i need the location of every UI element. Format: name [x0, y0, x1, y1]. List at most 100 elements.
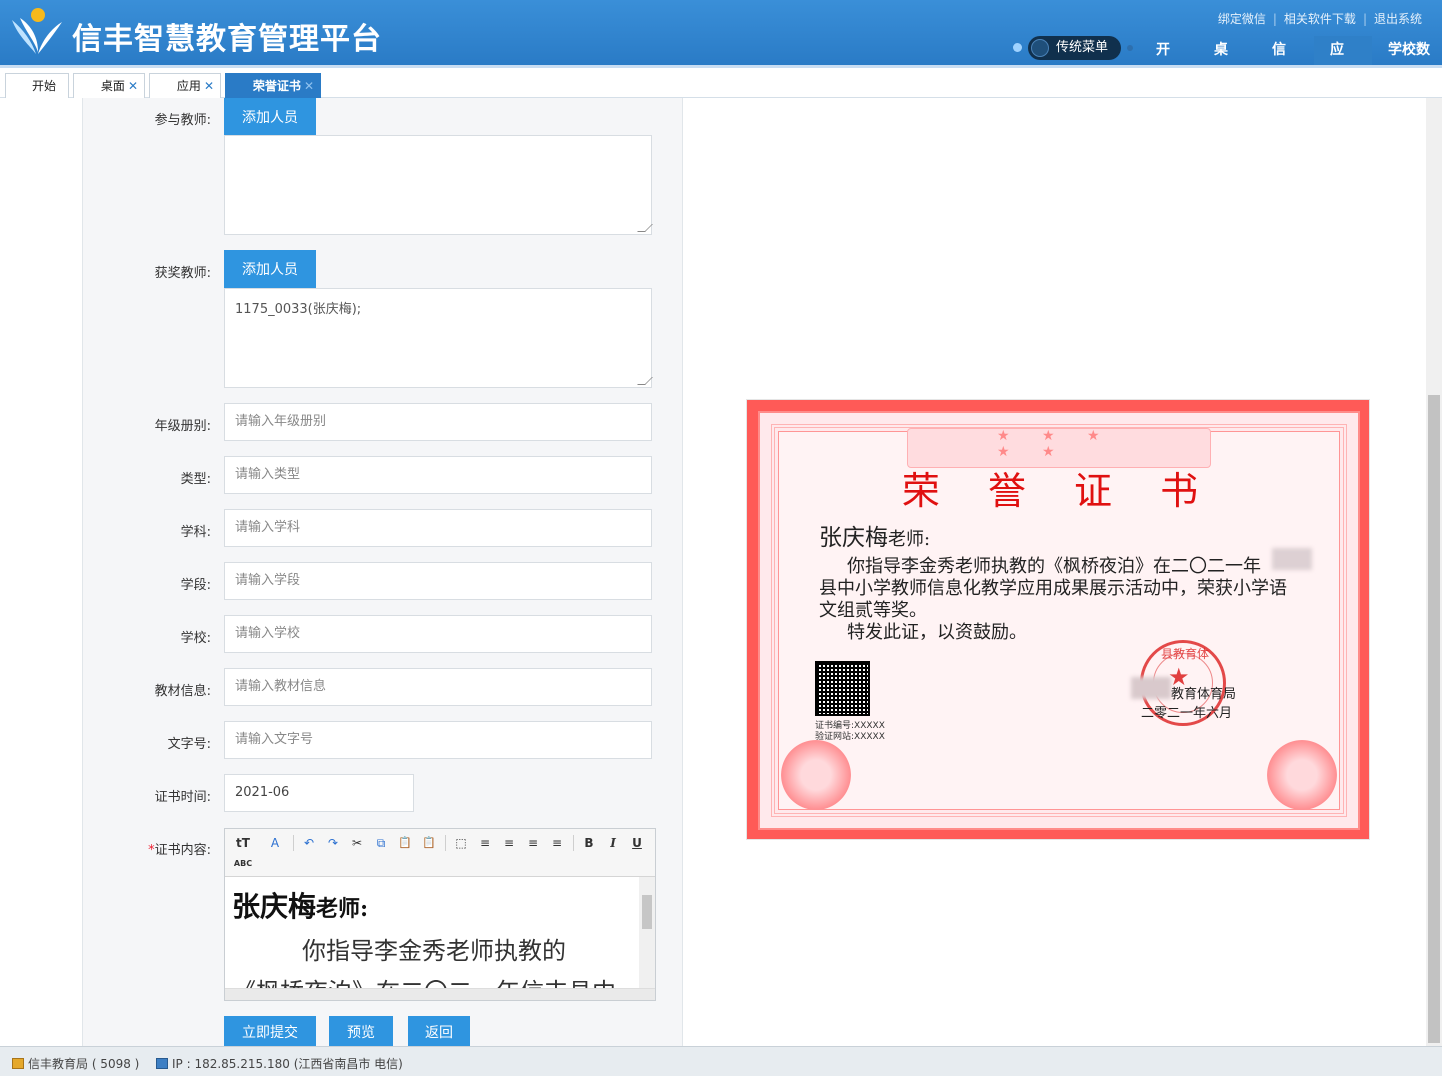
copy-icon[interactable]: ⧉	[371, 834, 391, 852]
separator	[293, 835, 294, 851]
nav-desktop[interactable]: 桌面	[1198, 36, 1256, 86]
subject-label: 学科:	[180, 525, 211, 540]
app-header: 信丰智慧教育管理平台 绑定微信|相关软件下载|退出系统 传统菜单 开始 桌面 信…	[0, 0, 1442, 86]
textbook-input[interactable]: 请输入教材信息	[224, 668, 652, 706]
certificate-preview: ★ ★ ★ ★ ★ 荣 誉 证 书 张庆梅老师: 你指导李金秀老师执教的《枫桥夜…	[746, 399, 1370, 840]
nav-start[interactable]: 开始	[1140, 36, 1198, 86]
tab-apps[interactable]: 应用 ✕	[149, 73, 221, 99]
rich-text-editor[interactable]: tT A ↶ ↷ ✂ ⧉ 📋 📋 ⬚ ≡ ≡ ≡ ≡ B I U ABC 张庆梅…	[224, 828, 656, 1001]
mode-indicator-dot-small	[1127, 45, 1133, 51]
redacted-region	[1131, 677, 1171, 699]
editor-recipient: 张庆梅老师:	[232, 890, 369, 923]
tab-desktop[interactable]: 桌面 ✕	[73, 73, 145, 99]
cert-time-input[interactable]: 2021-06	[224, 774, 414, 812]
star-row: ★ ★ ★ ★ ★	[997, 428, 1114, 460]
page-scrollbar[interactable]	[1426, 98, 1442, 1046]
submit-button[interactable]: 立即提交	[224, 1016, 316, 1050]
tab-label: 桌面	[100, 79, 125, 93]
tab-honor-certificate[interactable]: 荣誉证书 ✕	[225, 73, 321, 99]
winners-label: 获奖教师:	[154, 266, 211, 281]
classic-menu-toggle[interactable]: 传统菜单	[1028, 36, 1121, 60]
editor-content[interactable]: 张庆梅老师: 你指导李金秀老师执教的 《枫桥夜泊》在二〇二一年信丰县中	[225, 877, 639, 989]
separator	[445, 835, 446, 851]
nav-apps[interactable]: 应用	[1314, 36, 1372, 86]
nav-school-data[interactable]: 学校数据	[1372, 36, 1442, 86]
subject-input[interactable]: 请输入学科	[224, 509, 652, 547]
folder-icon	[12, 1058, 24, 1069]
strikethrough-icon[interactable]: ABC	[233, 855, 253, 873]
school-input[interactable]: 请输入学校	[224, 615, 652, 653]
seal-text: 县教育体	[1160, 647, 1209, 661]
tab-bar: 开始 桌面 ✕ 应用 ✕ 荣誉证书 ✕	[0, 65, 1442, 99]
cert-time-label: 证书时间:	[154, 790, 211, 805]
participants-label: 参与教师:	[154, 113, 211, 128]
certificate-issuer: 教育体育局	[1171, 687, 1237, 702]
document-no-input[interactable]: 请输入文字号	[224, 721, 652, 759]
add-participant-button[interactable]: 添加人员	[224, 98, 316, 135]
textbook-label: 教材信息:	[154, 684, 211, 699]
logo-icon	[12, 8, 62, 54]
corner-ornament	[781, 740, 851, 810]
content-label: *证书内容:	[148, 843, 211, 858]
document-no-label: 文字号:	[167, 737, 211, 752]
separator	[573, 835, 574, 851]
certificate-line: 县中小学教师信息化教学应用成果展示活动中，荣获小学语	[819, 578, 1287, 599]
left-margin	[0, 98, 83, 1046]
resize-grip-icon[interactable]	[637, 224, 653, 232]
tab-start[interactable]: 开始	[5, 73, 69, 99]
align-center-icon[interactable]: ≡	[499, 834, 519, 852]
stage-input[interactable]: 请输入学段	[224, 562, 652, 600]
status-ip: IP : 182.85.215.180 (江西省南昌市 电信)	[156, 1055, 403, 1072]
certificate-recipient: 张庆梅老师:	[819, 525, 931, 551]
scroll-thumb[interactable]	[642, 895, 652, 929]
back-button[interactable]: 返回	[408, 1016, 470, 1050]
nav-info[interactable]: 信息	[1256, 36, 1314, 86]
close-icon[interactable]: ✕	[204, 79, 214, 93]
bind-wechat-link[interactable]: 绑定微信	[1218, 12, 1266, 26]
align-right-icon[interactable]: ≡	[523, 834, 543, 852]
paste-icon[interactable]: 📋	[395, 834, 415, 852]
italic-icon[interactable]: I	[603, 834, 623, 852]
software-download-link[interactable]: 相关软件下载	[1284, 12, 1356, 26]
add-winner-button[interactable]: 添加人员	[224, 250, 316, 288]
font-color-icon[interactable]: A	[265, 834, 285, 852]
font-size-icon[interactable]: tT	[233, 834, 253, 852]
cut-icon[interactable]: ✂	[347, 834, 367, 852]
top-links: 绑定微信 | 相关软件下载 | 退出系统	[1217, 12, 1422, 26]
logout-link[interactable]: 退出系统	[1374, 12, 1422, 26]
type-label: 类型:	[180, 472, 211, 487]
certificate-body: 张庆梅老师: 你指导李金秀老师执教的《枫桥夜泊》在二〇二一年 县中小学教师信息化…	[819, 518, 1319, 644]
qr-code-icon	[815, 661, 870, 716]
app-title: 信丰智慧教育管理平台	[72, 22, 382, 57]
school-label: 学校:	[180, 631, 211, 646]
toggle-label: 传统菜单	[1056, 40, 1109, 55]
grade-volume-input[interactable]: 请输入年级册别	[224, 403, 652, 441]
close-icon[interactable]: ✕	[304, 79, 314, 93]
certificate-line: 文组贰等奖。	[819, 600, 927, 621]
scroll-thumb[interactable]	[1428, 395, 1440, 1043]
participants-textarea[interactable]	[224, 135, 653, 235]
resize-grip-icon[interactable]	[637, 377, 653, 385]
undo-icon[interactable]: ↶	[299, 834, 319, 852]
paste-text-icon[interactable]: 📋	[419, 834, 439, 852]
select-all-icon[interactable]: ⬚	[451, 834, 471, 852]
align-justify-icon[interactable]: ≡	[547, 834, 567, 852]
editor-scrollbar[interactable]	[639, 877, 655, 989]
monitor-icon	[156, 1058, 168, 1069]
close-icon[interactable]: ✕	[128, 79, 138, 93]
preview-button[interactable]: 预览	[329, 1016, 393, 1050]
stage-label: 学段:	[180, 578, 211, 593]
redo-icon[interactable]: ↷	[323, 834, 343, 852]
editor-toolbar: tT A ↶ ↷ ✂ ⧉ 📋 📋 ⬚ ≡ ≡ ≡ ≡ B I U ABC	[225, 829, 655, 877]
grade-volume-label: 年级册别:	[154, 419, 211, 434]
bold-icon[interactable]: B	[579, 834, 599, 852]
align-left-icon[interactable]: ≡	[475, 834, 495, 852]
tab-label: 开始	[31, 79, 56, 93]
certificate-line: 特发此证，以资鼓励。	[847, 622, 1027, 643]
editor-resize-bar[interactable]	[225, 988, 655, 1000]
certificate-date: 二零二一年六月	[1141, 706, 1233, 721]
winners-textarea[interactable]: 1175_0033(张庆梅);	[224, 288, 653, 388]
type-input[interactable]: 请输入类型	[224, 456, 652, 494]
underline-icon[interactable]: U	[627, 834, 647, 852]
corner-ornament	[1267, 740, 1337, 810]
